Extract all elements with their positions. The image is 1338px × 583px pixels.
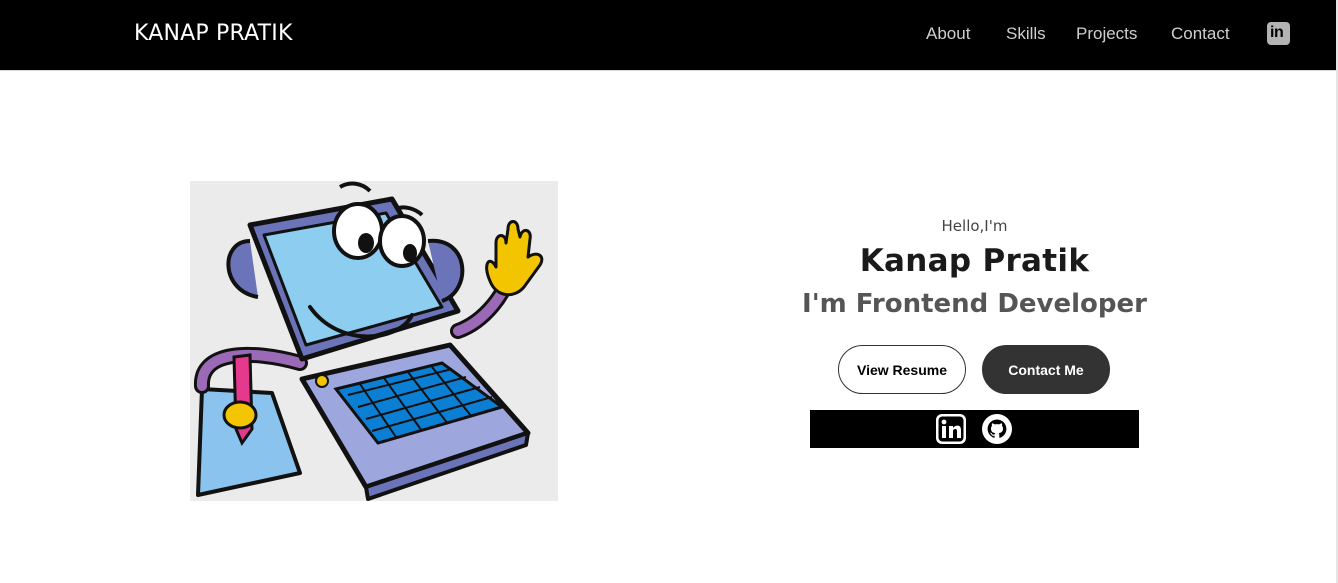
social-links-bar <box>810 410 1139 448</box>
hero-role: I'm Frontend Developer <box>802 289 1147 319</box>
brand-logo-text[interactable]: KANAP PRATIK <box>134 21 293 46</box>
linkedin-icon[interactable]: in <box>1267 22 1290 45</box>
github-icon[interactable] <box>981 413 1013 445</box>
cartoon-laptop-character-icon <box>194 181 544 501</box>
page: KANAP PRATIK About Skills Projects Conta… <box>0 0 1338 583</box>
hero-illustration <box>190 181 558 501</box>
linkedin-icon[interactable] <box>935 413 967 445</box>
nav-link-skills[interactable]: Skills <box>1006 24 1046 44</box>
nav-link-projects[interactable]: Projects <box>1076 24 1137 44</box>
hero-name: Kanap Pratik <box>859 243 1090 279</box>
greeting-text: Hello,I'm <box>941 217 1008 235</box>
nav-link-about[interactable]: About <box>926 24 970 44</box>
nav-link-contact[interactable]: Contact <box>1171 24 1230 44</box>
contact-me-button[interactable]: Contact Me <box>982 345 1110 394</box>
navbar: KANAP PRATIK About Skills Projects Conta… <box>0 0 1336 71</box>
linkedin-glyph: in <box>1270 24 1284 41</box>
view-resume-button[interactable]: View Resume <box>838 345 966 394</box>
